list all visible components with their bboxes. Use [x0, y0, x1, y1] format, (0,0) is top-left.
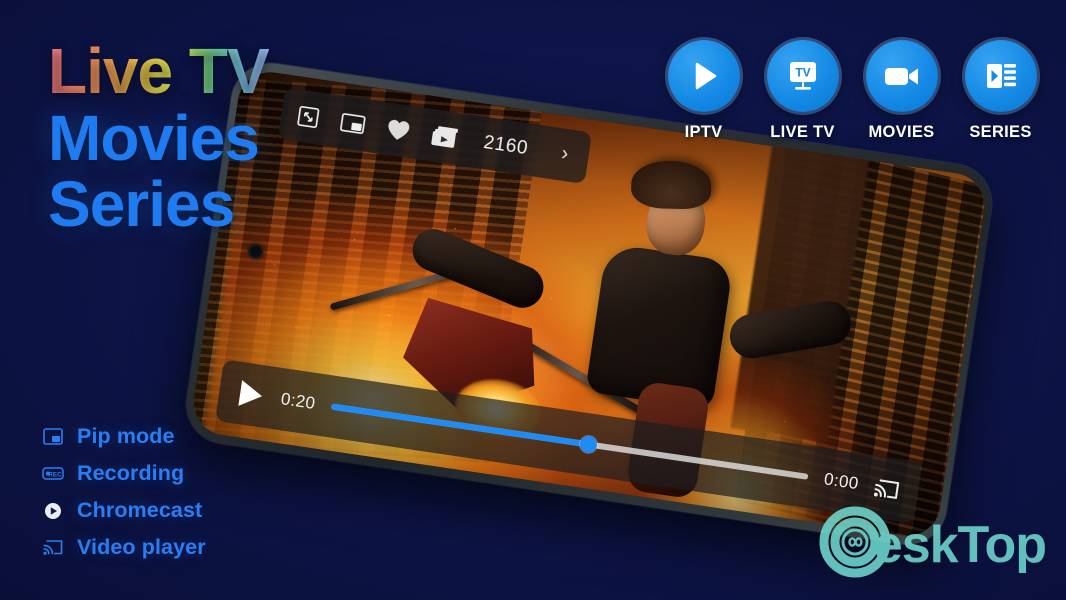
play-button[interactable] [235, 378, 267, 412]
video-quality-label[interactable]: 2160 [482, 132, 529, 160]
headline-line-series: Series [48, 168, 235, 241]
nav-label-iptv: IPTV [684, 123, 723, 141]
nav-circle-iptv[interactable] [667, 40, 740, 112]
promo-banner: Live TV Movies Series 2160 › 0:20 0:00 I… [0, 0, 1066, 600]
current-time-label: 0:20 [279, 389, 317, 414]
fullscreen-icon[interactable] [296, 104, 321, 129]
feature-label-pip-mode: Pip mode [77, 424, 175, 448]
heart-icon[interactable] [385, 117, 412, 142]
pip-icon [42, 427, 64, 447]
rider-arm-right [726, 297, 855, 362]
rec-icon: REC [42, 464, 64, 484]
rider-hair [630, 159, 713, 210]
chevron-right-icon[interactable]: › [560, 143, 570, 167]
cast-icon [42, 538, 64, 558]
feature-item-chromecast[interactable]: Chromecast [42, 498, 206, 523]
video-camera-icon [883, 63, 921, 89]
feature-item-pip-mode[interactable]: Pip mode [42, 424, 206, 449]
duration-label: 0:00 [822, 469, 860, 494]
nav-item-series[interactable]: SERIES [963, 40, 1038, 142]
nav-item-movies[interactable]: MOVIES [864, 40, 939, 142]
feature-item-recording[interactable]: REC Recording [42, 461, 206, 486]
progress-thumb[interactable] [579, 435, 599, 455]
nav-item-live-tv[interactable]: TV LIVE TV [765, 40, 840, 142]
watermark-text: eskTop [873, 515, 1047, 574]
svg-text:TV: TV [795, 66, 810, 80]
pip-icon[interactable] [340, 112, 367, 135]
nav-label-series: SERIES [969, 123, 1032, 141]
nav-circle-live-tv[interactable]: TV [766, 40, 839, 112]
nav-label-movies: MOVIES [868, 123, 935, 141]
play-icon [687, 59, 721, 93]
feature-list: Pip mode REC Recording Chromecast Video … [42, 424, 206, 572]
tv-icon: TV [785, 59, 821, 93]
headline-line-movies: Movies [48, 101, 260, 174]
progress-fill [330, 403, 590, 448]
play-circle-icon [42, 501, 64, 521]
nav-label-live-tv: LIVE TV [770, 123, 835, 141]
nav-item-iptv[interactable]: IPTV [666, 40, 741, 142]
cast-icon[interactable] [873, 476, 902, 502]
video-library-icon[interactable] [431, 124, 460, 150]
watermark: eskTop [818, 505, 1047, 584]
svg-text:REC: REC [48, 472, 62, 479]
category-nav: IPTV TV LIVE TV MOVIES SERIES [666, 40, 1038, 142]
feature-label-recording: Recording [77, 461, 185, 485]
feature-label-chromecast: Chromecast [77, 498, 203, 522]
feature-item-video-player[interactable]: Video player [42, 535, 206, 560]
nav-circle-movies[interactable] [865, 40, 938, 112]
playlist-icon [984, 60, 1018, 92]
nav-circle-series[interactable] [964, 40, 1037, 112]
headline-block: Live TV Movies Series [48, 35, 270, 241]
headline-line-live-tv: Live TV [48, 35, 270, 107]
feature-label-video-player: Video player [77, 535, 206, 559]
